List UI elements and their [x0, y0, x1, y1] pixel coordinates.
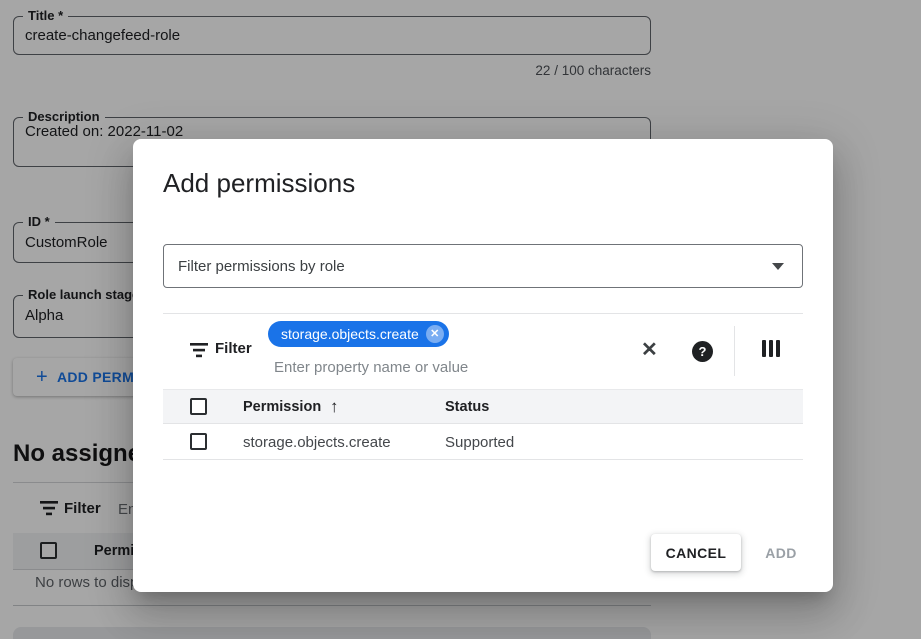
row-status-cell: Supported: [445, 434, 514, 451]
row-permission-cell: storage.objects.create: [243, 434, 391, 451]
cancel-button[interactable]: CANCEL: [651, 534, 741, 571]
filter-by-role-dropdown-value: Filter permissions by role: [178, 258, 772, 275]
filter-chip[interactable]: storage.objects.create ✕: [268, 321, 449, 347]
row-checkbox[interactable]: [190, 433, 207, 450]
permissions-filter-toolbar: Filter storage.objects.create ✕ Enter pr…: [163, 313, 803, 389]
add-button[interactable]: ADD: [746, 534, 816, 571]
filter-toolbar-label: Filter: [215, 340, 252, 357]
chip-remove-icon[interactable]: ✕: [426, 325, 444, 343]
table-row[interactable]: storage.objects.create Supported: [163, 424, 803, 460]
chevron-down-icon: [772, 263, 784, 270]
status-column-header[interactable]: Status: [445, 399, 489, 415]
filter-chip-label: storage.objects.create: [281, 326, 419, 342]
filter-by-role-dropdown[interactable]: Filter permissions by role: [163, 244, 803, 288]
permission-column-header[interactable]: Permission: [243, 399, 321, 415]
select-all-checkbox[interactable]: [190, 398, 207, 415]
filter-icon: [190, 343, 208, 363]
column-display-icon[interactable]: [762, 340, 780, 357]
dialog-title: Add permissions: [163, 168, 355, 199]
filter-input[interactable]: Enter property name or value: [274, 359, 468, 376]
help-icon[interactable]: ?: [692, 341, 713, 362]
clear-filter-icon[interactable]: ✕: [641, 337, 658, 362]
sort-ascending-icon[interactable]: ↑: [330, 397, 339, 417]
add-permissions-dialog: Add permissions Filter permissions by ro…: [133, 139, 833, 592]
toolbar-divider: [734, 326, 735, 376]
screen: Title * create-changefeed-role 22 / 100 …: [0, 0, 921, 639]
dialog-table-header: Permission ↑ Status: [163, 389, 803, 424]
